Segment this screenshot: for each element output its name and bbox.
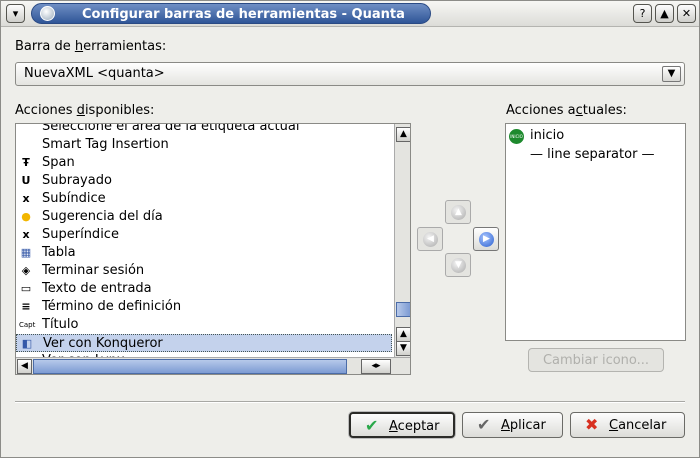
add-action-button[interactable]: ▶ [473,227,499,251]
accept-button[interactable]: ✔ Aceptar [349,412,455,438]
definition-term-icon: ≡ [21,300,31,313]
list-item[interactable]: ◈ Terminar sesión [16,262,392,280]
horizontal-scroll-thumb[interactable] [33,359,347,374]
window-menu-icon: ▾ [12,7,19,20]
window-title: Configurar barras de herramientas - Quan… [82,7,405,22]
list-item-label: Tabla [42,245,76,260]
list-item-label: Span [42,155,75,170]
list-item-label: Título [42,317,79,332]
scroll-up-arrow-icon[interactable]: ▲ [396,127,410,142]
list-item[interactable]: ▦ Tabla [16,244,392,262]
list-item[interactable]: ● Sugerencia del día [16,208,392,226]
apply-button[interactable]: ✔ Aplicar [462,412,563,438]
list-item-label: Ver con Konqueror [43,336,163,351]
subscript-icon: x [22,192,30,205]
list-item[interactable]: Ŧ Span [16,154,392,172]
available-actions-list[interactable]: Seleccione el área de la etiqueta actual… [15,123,411,375]
maximize-button[interactable]: ▲ [655,4,674,23]
blank-icon [19,138,33,152]
separator-icon [509,148,524,163]
list-item[interactable]: ≡ Término de definición [16,298,392,316]
list-item[interactable]: Capt Título [16,316,392,334]
maximize-icon: ▲ [660,7,669,20]
chevron-down-icon[interactable]: ▼ [662,66,681,82]
cancel-button-label: Cancelar [609,418,667,433]
checkmark-icon: ✔ [477,415,491,434]
arrow-up-icon: ▲ [451,205,466,220]
help-icon: ? [639,7,646,20]
start-icon: INICIO [509,129,524,144]
list-item-label: Terminar sesión [42,263,145,278]
list-item[interactable]: Smart Tag Insertion [16,136,392,154]
scroll-left-arrow-icon[interactable]: ◀ [17,359,32,374]
available-actions-label: Acciones disponibles: [15,103,155,118]
close-icon: ✕ [681,7,692,20]
list-item-label: inicio [530,128,565,143]
cancel-button[interactable]: ✖ Cancelar [570,412,685,438]
checkmark-icon: ✔ [365,416,379,435]
scroll-leftright-arrow-icon[interactable]: ◂▸ [361,359,391,374]
toolbar-select-value: NuevaXML <quanta> [24,66,165,81]
move-down-button[interactable]: ▼ [445,253,471,277]
arrow-right-icon: ▶ [479,232,494,247]
list-item[interactable]: — line separator — [506,146,685,164]
scroll-thumb[interactable] [396,302,410,317]
list-item[interactable]: x Subíndice [16,190,392,208]
arrow-left-icon: ◀ [423,232,438,247]
list-item[interactable]: ▭ Texto de entrada [16,280,392,298]
list-item-label: Seleccione el área de la etiqueta actual [42,123,300,134]
list-item-label: Sugerencia del día [42,209,163,224]
logout-icon: ◈ [21,264,31,277]
span-icon: Ŧ [22,156,30,169]
accept-button-label: Aceptar [389,419,440,434]
list-item-label: Texto de entrada [42,281,152,296]
help-button[interactable]: ? [633,4,652,23]
title-pill[interactable]: Configurar barras de herramientas - Quan… [31,3,431,24]
scroll-up-arrow-icon[interactable]: ▲ [396,327,410,342]
lightbulb-icon: ● [21,210,31,223]
scroll-down-arrow-icon[interactable]: ▼ [396,341,410,356]
list-item[interactable]: x Superíndice [16,226,392,244]
list-item-label: Término de definición [42,299,182,314]
title-bar[interactable]: ▾ Configurar barras de herramientas - Qu… [1,1,699,27]
remove-action-button[interactable]: ◀ [417,227,443,251]
list-item[interactable]: Seleccione el área de la etiqueta actual [16,123,392,136]
list-item-label: Superíndice [42,227,119,242]
current-actions-label: Acciones actuales: [506,103,627,118]
window-menu-button[interactable]: ▾ [6,4,25,23]
list-item-label: Smart Tag Insertion [42,137,169,152]
arrow-down-icon: ▼ [451,258,466,273]
list-item[interactable]: ◧ Ver con Konqueror [16,334,392,352]
caption-icon: Capt [19,321,36,329]
toolbar-select[interactable]: NuevaXML <quanta> ▼ [15,62,685,86]
superscript-icon: x [22,228,30,241]
dialog-window: ▾ Configurar barras de herramientas - Qu… [0,0,700,458]
list-item-label: Subrayado [42,173,112,188]
select-tag-area-icon [19,124,33,134]
change-icon-button[interactable]: Cambiar icono... [528,348,664,372]
apply-button-label: Aplicar [501,418,546,433]
underline-icon: U [21,174,31,187]
table-icon: ▦ [20,246,32,259]
move-up-button[interactable]: ▲ [445,200,471,224]
close-button[interactable]: ✕ [677,4,696,23]
current-actions-list[interactable]: INICIO inicio — line separator — [505,123,686,341]
konqueror-icon: ◧ [21,337,33,350]
text-input-icon: ▭ [20,282,32,295]
list-item-label: — line separator — [530,147,655,162]
separator [15,401,685,403]
available-vertical-scrollbar[interactable]: ▲ ▲ ▼ [394,124,410,357]
available-horizontal-scrollbar[interactable]: ◀ ◂▸ [16,357,410,374]
list-item[interactable]: INICIO inicio [506,127,685,145]
change-icon-button-label: Cambiar icono... [542,353,650,368]
app-icon [40,6,55,21]
list-item-label: Subíndice [42,191,106,206]
cancel-icon: ✖ [585,415,599,434]
toolbar-label: Barra de herramientas: [15,39,167,54]
list-item[interactable]: U Subrayado [16,172,392,190]
